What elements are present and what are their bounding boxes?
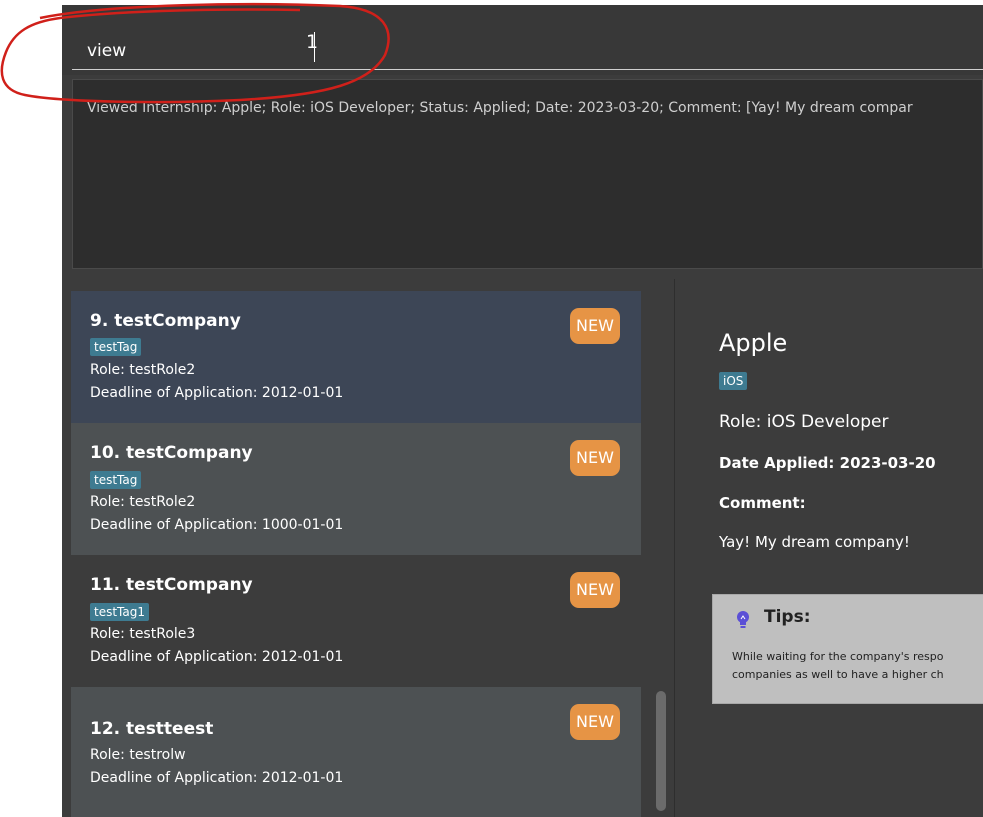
list-item[interactable]: 9. testCompany testTag Role: testRole2 D… — [71, 291, 641, 423]
lightbulb-icon — [737, 611, 749, 628]
app-window: 1 Viewed Internship: Apple; Role: iOS De… — [62, 5, 983, 817]
tips-text-line: companies as well to have a higher ch — [732, 668, 944, 681]
card-deadline: Deadline of Application: 2012-01-01 — [90, 770, 344, 786]
command-box: 1 — [62, 5, 983, 75]
card-deadline: Deadline of Application: 2012-01-01 — [90, 385, 344, 401]
detail-panel: Apple iOS Role: iOS Developer Date Appli… — [675, 279, 983, 817]
card-role: Role: testRole3 — [90, 626, 196, 642]
card-role: Role: testRole2 — [90, 494, 196, 510]
card-tag: testTag1 — [90, 603, 149, 621]
card-title: 10. testCompany — [90, 443, 253, 463]
card-title: 11. testCompany — [90, 575, 253, 595]
list-scrollbar[interactable] — [656, 691, 666, 811]
internship-list[interactable]: 9. testCompany testTag Role: testRole2 D… — [71, 291, 671, 817]
detail-role: Role: iOS Developer — [719, 412, 889, 432]
card-tag: testTag — [90, 471, 142, 489]
detail-comment-label: Comment: — [719, 494, 806, 512]
detail-comment: Yay! My dream company! — [719, 533, 910, 551]
card-tag: testTag — [90, 338, 142, 356]
card-role: Role: testRole2 — [90, 362, 196, 378]
command-input[interactable] — [72, 32, 983, 70]
text-caret — [314, 32, 315, 62]
card-role: Role: testrolw — [90, 747, 186, 763]
list-item[interactable]: 12. testteest Role: testrolw Deadline of… — [71, 687, 641, 817]
list-item[interactable]: 11. testCompany testTag1 Role: testRole3… — [71, 555, 641, 687]
tips-text-line: While waiting for the company's respo — [732, 650, 944, 663]
card-title: 9. testCompany — [90, 311, 241, 331]
result-display: Viewed Internship: Apple; Role: iOS Deve… — [72, 79, 983, 269]
card-deadline: Deadline of Application: 2012-01-01 — [90, 649, 344, 665]
result-message: Viewed Internship: Apple; Role: iOS Deve… — [87, 100, 913, 116]
tips-box: Tips: While waiting for the company's re… — [712, 594, 983, 704]
new-badge: NEW — [570, 308, 620, 344]
list-item[interactable]: 10. testCompany testTag Role: testRole2 … — [71, 423, 641, 555]
detail-company: Apple — [719, 329, 788, 357]
detail-date-applied: Date Applied: 2023-03-20 — [719, 454, 936, 472]
card-deadline: Deadline of Application: 1000-01-01 — [90, 517, 344, 533]
tips-title: Tips: — [764, 607, 811, 627]
card-title: 12. testteest — [90, 719, 214, 739]
new-badge: NEW — [570, 704, 620, 740]
detail-tag: iOS — [719, 372, 748, 390]
new-badge: NEW — [570, 572, 620, 608]
new-badge: NEW — [570, 440, 620, 476]
